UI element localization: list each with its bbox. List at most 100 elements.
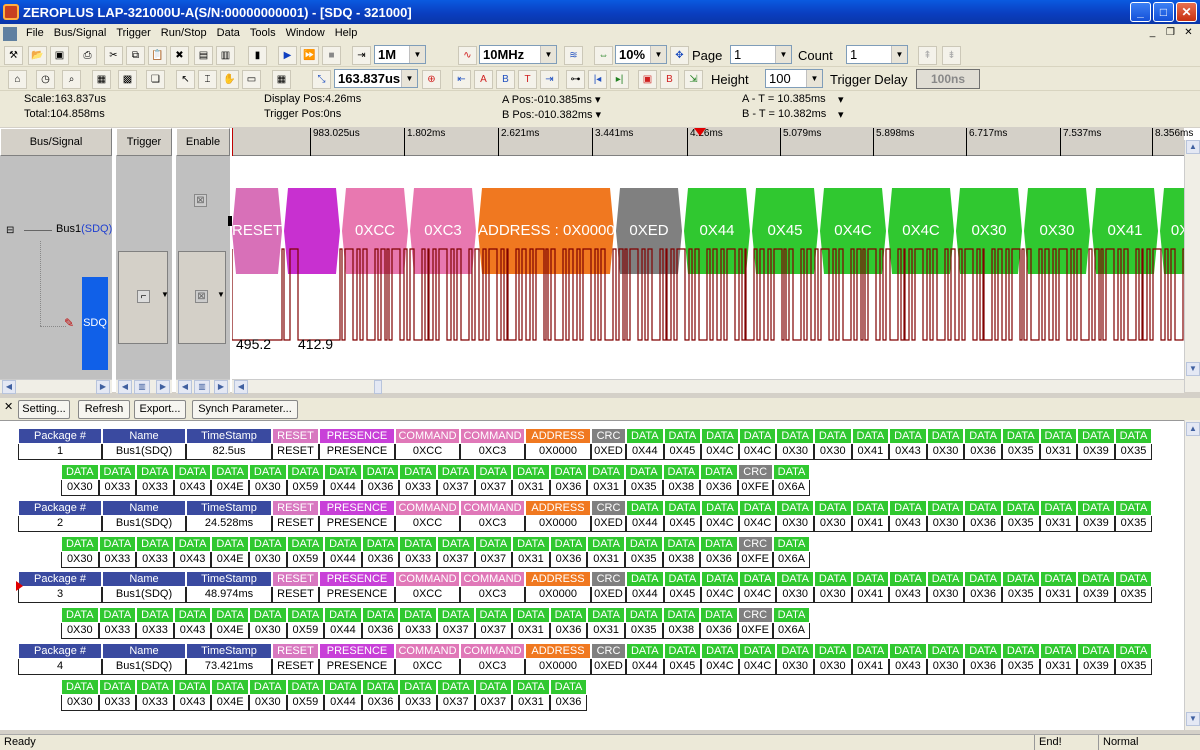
field-value[interactable]: PRESENCE	[319, 587, 395, 603]
run-repeat-icon[interactable]: ⏩	[300, 46, 319, 65]
field-value[interactable]: Bus1(SDQ)	[102, 587, 186, 603]
search-b-icon[interactable]: B	[496, 70, 515, 89]
field-value[interactable]: 0X36	[964, 444, 1002, 460]
field-value[interactable]: 0X30	[813, 658, 852, 675]
field-value[interactable]: 0X36	[549, 551, 588, 568]
field-value[interactable]: 0X35	[624, 623, 663, 639]
field-value[interactable]: 0X30	[776, 444, 814, 460]
field-value[interactable]: 0X41	[851, 444, 890, 460]
field-value[interactable]: 0X37	[474, 694, 513, 711]
field-value[interactable]: 0X4C	[738, 444, 777, 460]
height-select[interactable]: 100 ▼	[765, 69, 823, 88]
enable-cell[interactable]: ⊠ ▼	[178, 251, 226, 344]
field-value[interactable]: 0X36	[361, 551, 400, 568]
scroll-right-icon[interactable]: ▶	[156, 380, 170, 394]
field-value[interactable]: 0X59	[286, 551, 325, 568]
field-value[interactable]: PRESENCE	[319, 444, 395, 460]
bus-name[interactable]: Bus1(SDQ)	[56, 223, 112, 235]
field-value[interactable]: 0X33	[136, 551, 174, 568]
field-value[interactable]: Bus1(SDQ)	[102, 515, 186, 532]
menu-file[interactable]: File	[21, 24, 49, 43]
delete-icon[interactable]: ✖	[170, 46, 189, 65]
field-value[interactable]: 0X4C	[738, 515, 777, 532]
page-select[interactable]: 1 ▼	[730, 45, 792, 64]
field-value[interactable]: 0X31	[587, 551, 625, 568]
field-value[interactable]: 0X30	[926, 515, 965, 532]
stop-icon[interactable]: ■	[322, 46, 341, 65]
expand-icon[interactable]: ⇲	[684, 70, 703, 89]
field-value[interactable]: 0X6A	[772, 551, 811, 568]
field-value[interactable]: 0XFE	[737, 480, 773, 496]
run-icon[interactable]: ▶	[278, 46, 297, 65]
field-value[interactable]: 0X30	[248, 623, 287, 639]
open-folder-icon[interactable]: 📂	[28, 46, 47, 65]
split-handle[interactable]	[228, 216, 232, 226]
field-value[interactable]: 0X31	[587, 623, 625, 639]
field-value[interactable]: 3	[18, 587, 102, 603]
scroll-down-icon[interactable]: ▼	[1186, 362, 1200, 376]
field-value[interactable]: 0X33	[136, 480, 174, 496]
field-value[interactable]: 0X45	[663, 587, 702, 603]
field-value[interactable]: 0X43	[889, 587, 927, 603]
field-value[interactable]: 0XED	[591, 587, 626, 603]
packet-vscroll[interactable]: ▲ ▼	[1184, 420, 1200, 730]
field-value[interactable]: 0X35	[1114, 444, 1153, 460]
display-mode-icon[interactable]: ▦	[272, 70, 291, 89]
field-value[interactable]: 0XFE	[737, 551, 773, 568]
field-value[interactable]: 0X59	[286, 480, 325, 496]
field-value[interactable]: 0X30	[813, 515, 852, 532]
memory-select[interactable]: 1M ▼	[374, 45, 426, 64]
panel-close-icon[interactable]: ✕	[4, 400, 13, 413]
field-value[interactable]: 0X45	[663, 444, 702, 460]
field-value[interactable]: 0XCC	[395, 444, 460, 460]
field-value[interactable]: 0X35	[1001, 658, 1040, 675]
field-value[interactable]: 0X36	[549, 623, 588, 639]
field-value[interactable]: 0X33	[136, 623, 174, 639]
field-value[interactable]: 0X31	[1039, 515, 1078, 532]
scroll-left-icon[interactable]: ◀	[234, 380, 248, 394]
field-value[interactable]: 0XC3	[460, 658, 525, 675]
packet-row[interactable]: Package #1 Name Bus1(SDQ) TimeStamp 82.5us RE…	[18, 428, 1153, 460]
copy-icon[interactable]: ⧉	[126, 46, 145, 65]
field-value[interactable]: 0X44	[324, 694, 362, 711]
field-value[interactable]: 0X37	[436, 480, 475, 496]
b-pos-info[interactable]: B Pos:-010.382ms ▾	[502, 108, 601, 121]
field-value[interactable]: 0X0000	[525, 515, 591, 532]
hand-icon[interactable]: ✋	[220, 70, 239, 89]
search-a-icon[interactable]: A	[474, 70, 493, 89]
field-value[interactable]: 0X30	[61, 551, 99, 568]
field-value[interactable]: 0X35	[1001, 444, 1040, 460]
field-value[interactable]: 0XCC	[395, 515, 460, 532]
field-value[interactable]: 0X36	[700, 623, 738, 639]
enable-hscroll[interactable]: ◀ ▥ ▶	[176, 379, 230, 394]
rising-edge-icon[interactable]: ⌐	[137, 290, 150, 303]
menu-trigger[interactable]: Trigger	[111, 24, 155, 43]
field-value[interactable]: 0XCC	[395, 658, 460, 675]
field-value[interactable]: 0X39	[1077, 444, 1115, 460]
field-value[interactable]: 0X33	[98, 623, 137, 639]
field-value[interactable]: 0XED	[591, 515, 626, 532]
enable-bus-checkbox[interactable]: ⊠	[194, 194, 207, 207]
field-value[interactable]: 0X4C	[701, 444, 739, 460]
field-value[interactable]: 0X36	[964, 515, 1002, 532]
field-value[interactable]: 0X30	[926, 444, 965, 460]
field-value[interactable]: 0X35	[624, 551, 663, 568]
field-value[interactable]: 0X4C	[701, 515, 739, 532]
zoom-in-icon[interactable]: ⊕	[422, 70, 441, 89]
trigger-percent-select[interactable]: 10% ▼	[615, 45, 667, 64]
field-value[interactable]: 0X37	[474, 480, 513, 496]
packet-continuation-row[interactable]: DATA 0X30 DATA 0X33 DATA 0X33 DATA 0X43 DATA 0X4E…	[61, 607, 811, 639]
field-value[interactable]: 0X6A	[772, 623, 811, 639]
menu-run-stop[interactable]: Run/Stop	[156, 24, 212, 43]
scroll-left-icon[interactable]: ◀	[2, 380, 16, 394]
field-value[interactable]: 0X0000	[525, 587, 591, 603]
packet-continuation-row[interactable]: DATA 0X30 DATA 0X33 DATA 0X33 DATA 0X43 DATA 0X4E…	[61, 535, 811, 568]
field-value[interactable]: 0X31	[512, 694, 550, 711]
bus-icon[interactable]: B	[660, 70, 679, 89]
enable-dropdown-icon[interactable]: ▼	[217, 290, 225, 299]
scroll-down-icon[interactable]: ▼	[1186, 712, 1200, 726]
document-system-icon[interactable]	[3, 26, 17, 41]
scroll-thumb[interactable]: ▥	[134, 380, 150, 394]
field-value[interactable]: 0X38	[662, 551, 701, 568]
field-value[interactable]: 0X31	[512, 480, 550, 496]
